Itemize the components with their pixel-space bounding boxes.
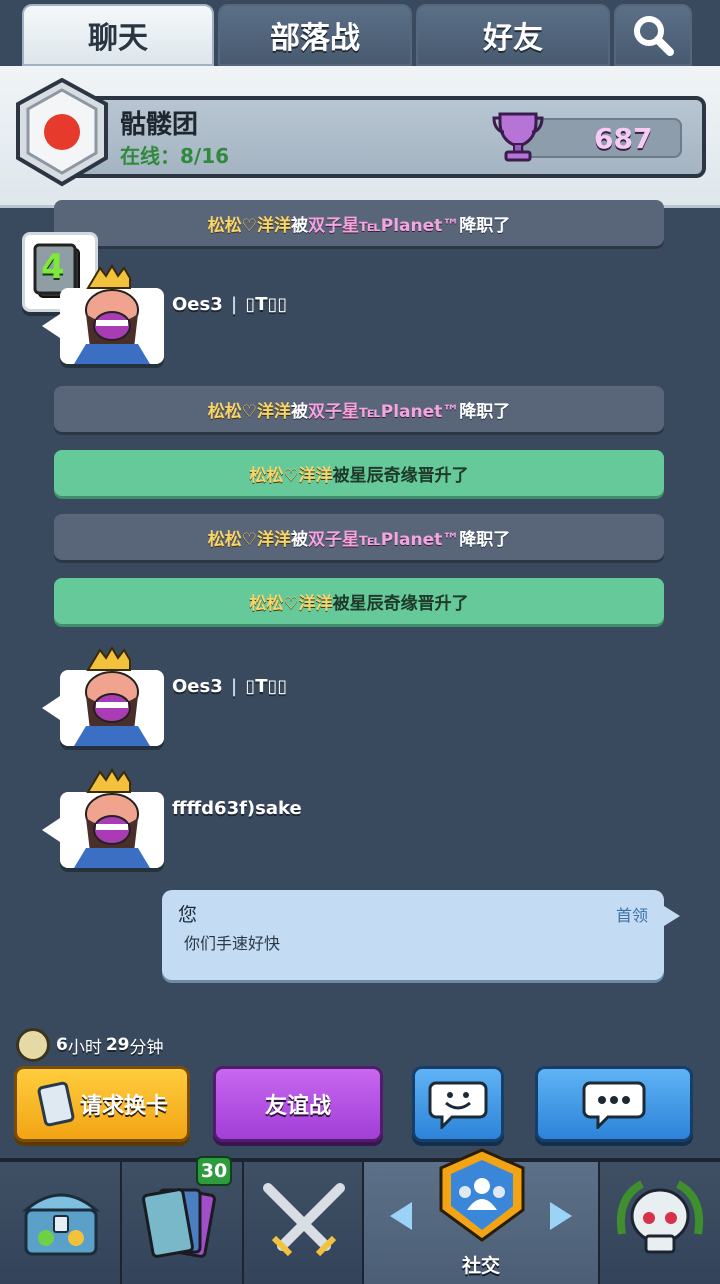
member-name: 松松♡洋洋 — [249, 465, 333, 486]
message-connector: 被 — [290, 215, 308, 236]
king-emote-icon — [74, 646, 150, 746]
clan-badge-icon — [16, 78, 108, 187]
timer-minutes: 29 — [105, 1035, 130, 1055]
separator: | — [230, 294, 238, 315]
clan-online-count: 在线：8/16 — [120, 144, 230, 168]
separator: | — [230, 676, 238, 697]
tab-chat[interactable]: 聊天 — [22, 4, 214, 66]
nav-right-arrow[interactable] — [550, 1202, 572, 1230]
clock-icon — [16, 1028, 50, 1062]
message-action: 被星辰奇缘晋升了 — [332, 593, 469, 614]
avatar[interactable] — [42, 646, 164, 746]
trophy-count: 687 — [594, 122, 653, 155]
timer-hours-unit: 小时 — [67, 1037, 102, 1058]
clan-trophy-box: 687 — [492, 112, 682, 162]
user-name: Oes3 — [172, 294, 223, 315]
cards-count-badge: 30 — [196, 1156, 232, 1186]
trophy-icon — [492, 112, 544, 162]
message-action: 被星辰奇缘晋升了 — [332, 465, 469, 486]
avatar[interactable] — [42, 264, 164, 364]
user-tag: ▯T▯▯ — [245, 676, 288, 697]
nav-left-arrow[interactable] — [390, 1202, 412, 1230]
user-name-line: Oes3 | ▯T▯▯ — [172, 294, 287, 315]
card-icon — [37, 1081, 75, 1127]
cards-icon — [142, 1188, 216, 1258]
user-name-line: ffffd63f)sake — [172, 798, 302, 819]
message-action: 降职了 — [459, 401, 511, 422]
chat-button[interactable] — [535, 1066, 693, 1142]
nav-shop[interactable] — [0, 1162, 122, 1284]
request-cards-button[interactable]: 请求换卡 — [14, 1066, 190, 1142]
message-connector: 被 — [290, 401, 308, 422]
actor-name: 双子星℡Planet™ — [307, 215, 460, 236]
system-message: 松松♡洋洋 被星辰奇缘晋升了 — [54, 450, 664, 496]
message-text: 你们手速好快 — [184, 934, 281, 953]
user-tag: ▯T▯▯ — [245, 294, 288, 315]
sender-name: 您 — [178, 904, 198, 926]
bottom-nav: 社交 — [0, 1148, 720, 1284]
member-name: 松松♡洋洋 — [207, 529, 291, 550]
top-tabs: 聊天 部落战 好友 — [0, 0, 720, 66]
system-message: 松松♡洋洋 被 双子星℡Planet™ 降职了 — [54, 514, 664, 560]
nav-social-label: 社交 — [461, 1255, 500, 1277]
friendly-battle-button[interactable]: 友谊战 — [213, 1066, 383, 1142]
nav-tournament[interactable] — [600, 1162, 720, 1284]
user-name: ffffd63f)sake — [172, 798, 302, 819]
user-name: Oes3 — [172, 676, 223, 697]
treasure-chest-icon — [21, 1193, 101, 1256]
clan-name: 骷髅团 — [120, 110, 199, 140]
message-action: 降职了 — [459, 529, 511, 550]
member-name: 松松♡洋洋 — [207, 215, 291, 236]
system-message: 松松♡洋洋 被 双子星℡Planet™ 降职了 — [54, 386, 664, 432]
king-emote-icon — [74, 768, 150, 868]
user-name-line: Oes3 | ▯T▯▯ — [172, 676, 287, 697]
avatar[interactable] — [42, 768, 164, 868]
actor-name: 双子星℡Planet™ — [307, 401, 460, 422]
member-name: 松松♡洋洋 — [249, 593, 333, 614]
system-message: 松松♡洋洋 被星辰奇缘晋升了 — [54, 578, 664, 624]
tab-friends[interactable]: 好友 — [416, 4, 610, 66]
king-emote-icon — [74, 264, 150, 364]
timer-minutes-unit: 分钟 — [129, 1037, 164, 1058]
system-message: 松松♡洋洋 被 双子星℡Planet™ 降职了 — [54, 200, 664, 246]
message-action: 降职了 — [459, 215, 511, 236]
search-icon — [634, 16, 674, 56]
clan-info-bar: 骷髅团 在线：8/16 687 — [62, 96, 706, 178]
tab-clan-war[interactable]: 部落战 — [218, 4, 412, 66]
chat-bubble-icon — [582, 1081, 646, 1129]
my-message-bubble: 您 首领 你们手速好快 — [162, 890, 680, 980]
clan-header[interactable]: 骷髅团 在线：8/16 687 — [0, 66, 720, 208]
crossed-swords-icon — [263, 1183, 345, 1257]
friendly-battle-label: 友谊战 — [264, 1094, 331, 1119]
message-connector: 被 — [290, 529, 308, 550]
request-cards-label: 请求换卡 — [79, 1094, 168, 1119]
member-name: 松松♡洋洋 — [207, 401, 291, 422]
request-timer: 6 小时 29 分钟 — [16, 1028, 164, 1062]
sender-role: 首领 — [615, 906, 648, 925]
timer-hours: 6 — [56, 1035, 68, 1055]
smile-chat-icon — [428, 1081, 488, 1129]
emote-button[interactable] — [412, 1066, 504, 1142]
social-shield-icon — [439, 1148, 525, 1242]
search-button[interactable] — [614, 4, 692, 66]
nav-battle[interactable] — [244, 1162, 364, 1284]
actor-name: 双子星℡Planet™ — [307, 529, 460, 550]
skull-icon — [617, 1180, 703, 1254]
